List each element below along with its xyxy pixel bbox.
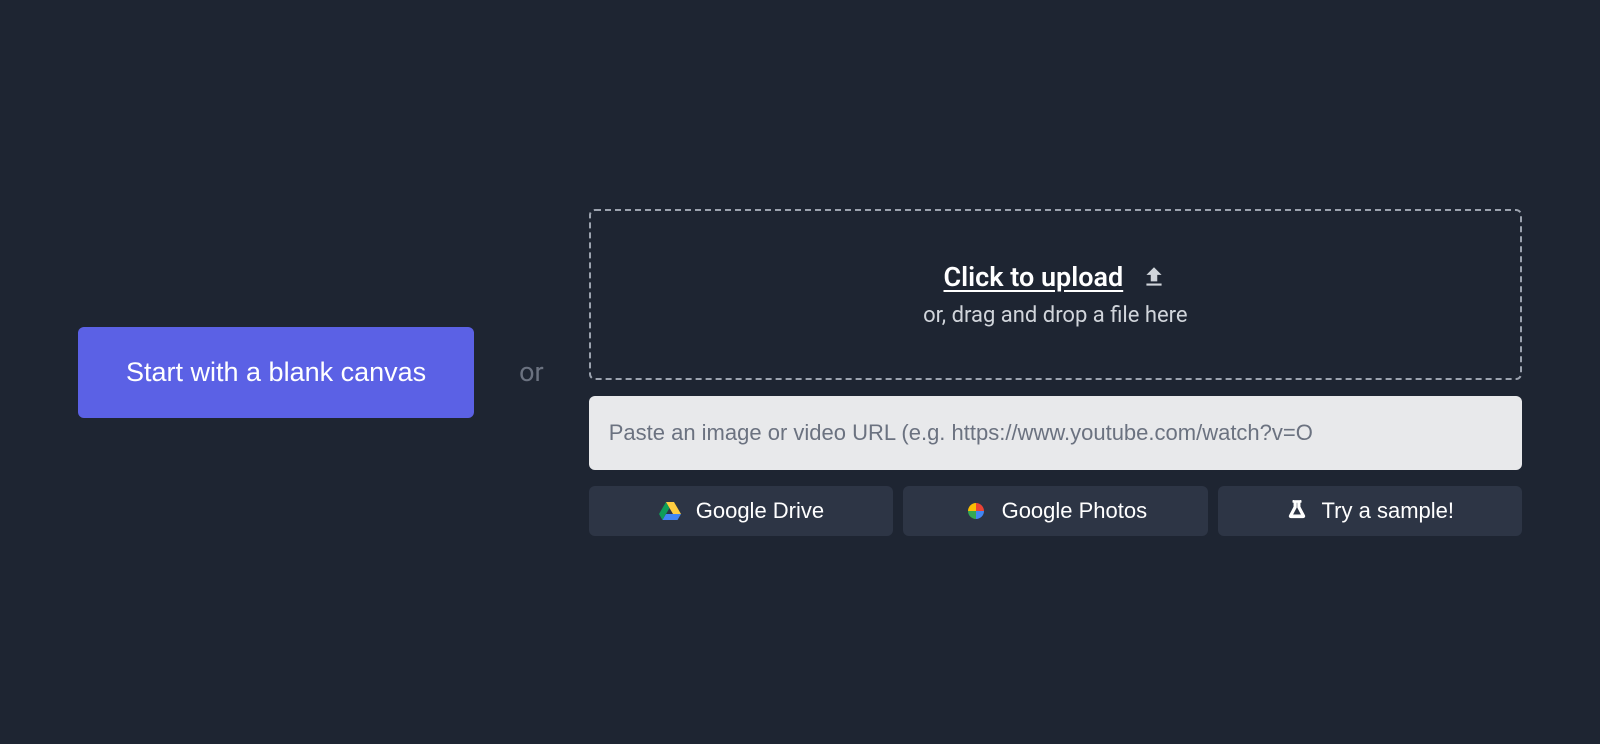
or-separator: or bbox=[519, 356, 544, 388]
upload-section: Click to upload or, drag and drop a file… bbox=[589, 209, 1522, 536]
blank-canvas-button[interactable]: Start with a blank canvas bbox=[78, 327, 474, 418]
upload-icon bbox=[1141, 264, 1167, 290]
upload-dropzone[interactable]: Click to upload or, drag and drop a file… bbox=[589, 209, 1522, 380]
upload-title-row: Click to upload bbox=[944, 261, 1168, 293]
button-row: Google Drive Google Photos Tr bbox=[589, 486, 1522, 536]
flask-icon bbox=[1286, 500, 1308, 522]
url-input[interactable] bbox=[589, 396, 1522, 470]
google-photos-icon bbox=[964, 499, 988, 523]
try-sample-button[interactable]: Try a sample! bbox=[1218, 486, 1522, 536]
google-drive-button[interactable]: Google Drive bbox=[589, 486, 893, 536]
google-photos-button[interactable]: Google Photos bbox=[903, 486, 1207, 536]
google-photos-label: Google Photos bbox=[1002, 498, 1148, 524]
try-sample-label: Try a sample! bbox=[1322, 498, 1454, 524]
google-drive-icon bbox=[658, 499, 682, 523]
main-container: Start with a blank canvas or Click to up… bbox=[0, 209, 1600, 536]
upload-subtitle: or, drag and drop a file here bbox=[923, 303, 1187, 328]
google-drive-label: Google Drive bbox=[696, 498, 824, 524]
blank-canvas-label: Start with a blank canvas bbox=[126, 357, 426, 387]
upload-title: Click to upload bbox=[944, 261, 1124, 293]
